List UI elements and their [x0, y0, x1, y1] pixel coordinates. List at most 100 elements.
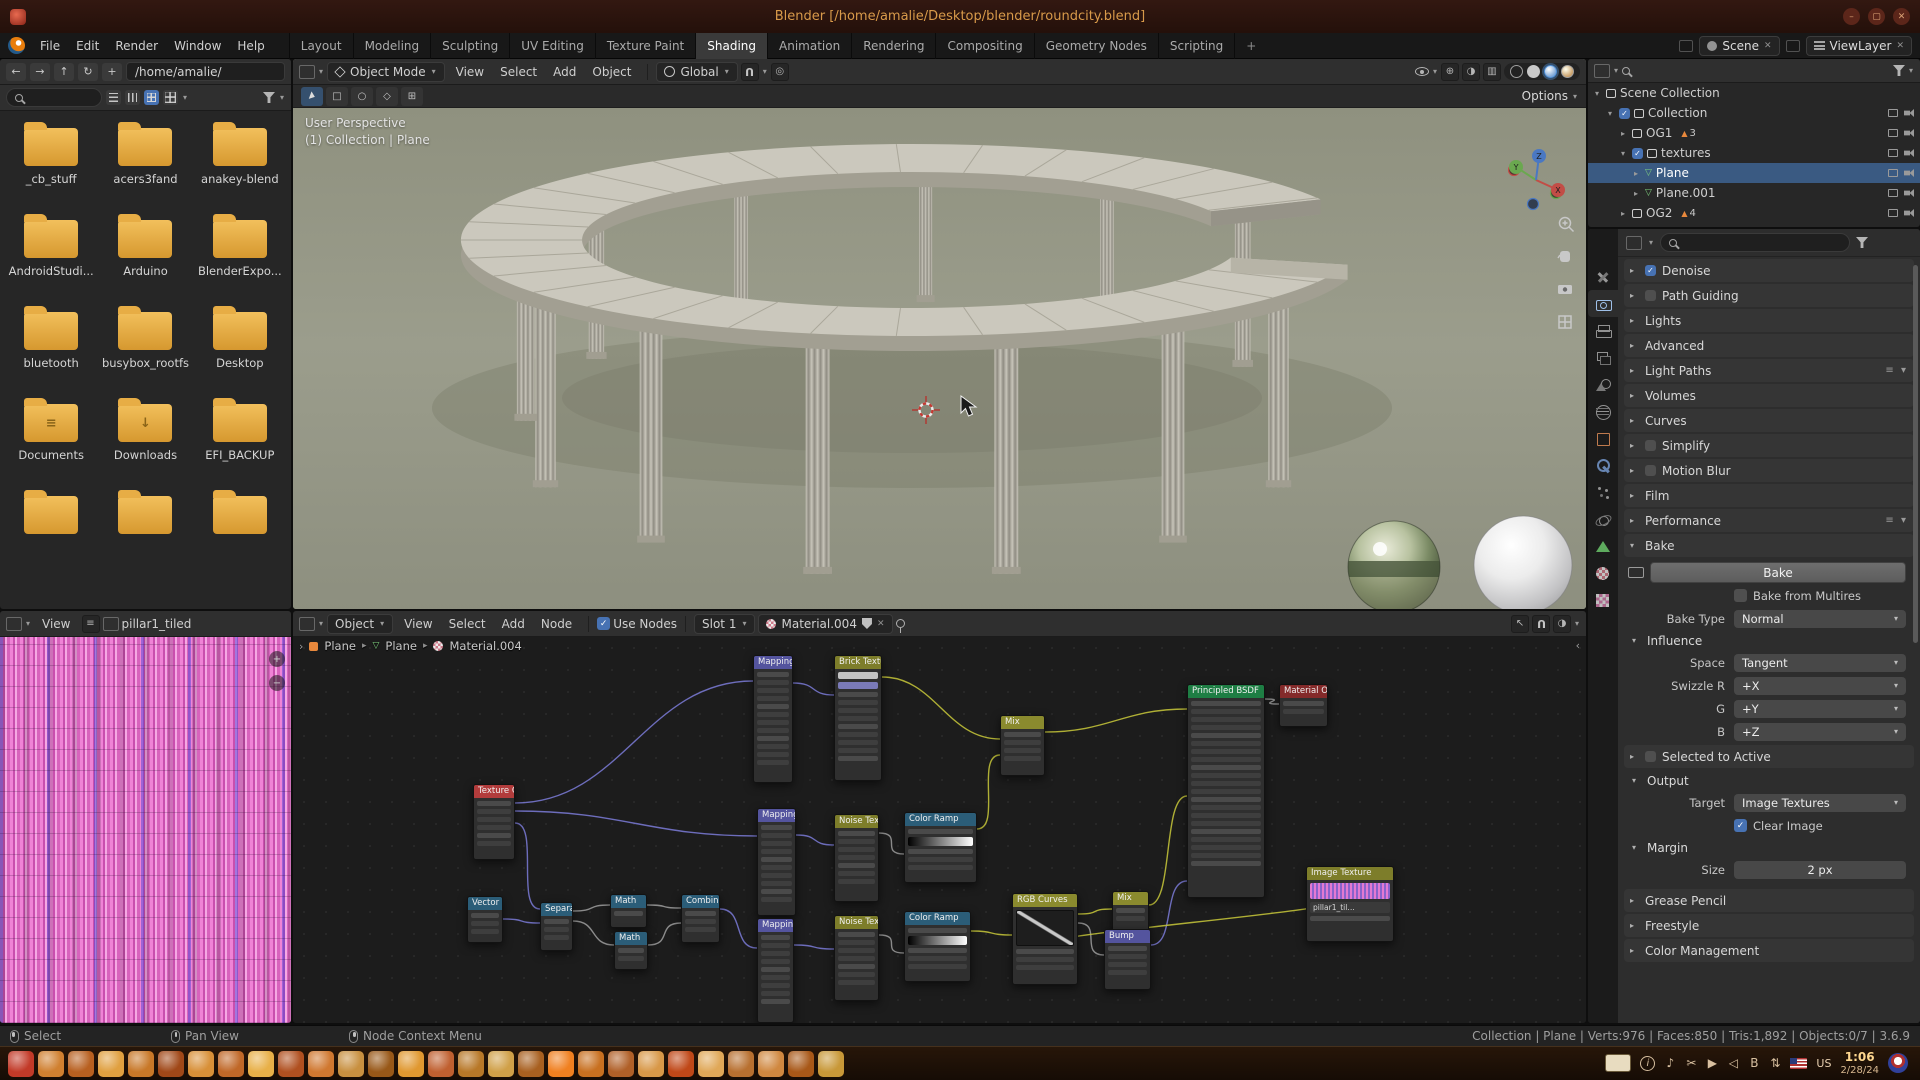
folder-item-busybox-rootfs[interactable]: busybox_rootfs [98, 305, 192, 397]
shader-node-texture-coordinate[interactable]: Texture Coordinate [473, 784, 515, 860]
taskbar-app-8[interactable] [218, 1051, 244, 1077]
menu-file[interactable]: File [32, 33, 68, 59]
options-dropdown[interactable]: Options▾ [1522, 89, 1578, 103]
shader-node-mix[interactable]: Mix [1112, 891, 1149, 933]
shader-menu-view[interactable]: View [396, 611, 440, 637]
tray-logo-icon[interactable] [1888, 1053, 1908, 1073]
properties-tab-tool[interactable] [1588, 263, 1618, 290]
properties-tab-scene[interactable] [1588, 371, 1618, 398]
region-toggle-right-icon[interactable]: ‹ [1576, 639, 1580, 652]
viewlayer-browse-icon[interactable] [1786, 40, 1800, 52]
properties-tab-object[interactable] [1588, 425, 1618, 452]
restrict-viewport-icon[interactable] [1888, 169, 1898, 177]
viewport-menu-view[interactable]: View [448, 59, 492, 85]
viewport-scene[interactable]: X Y Z [293, 108, 1586, 609]
properties-tab-modifiers[interactable] [1588, 452, 1618, 479]
add-workspace-button[interactable]: + [1234, 33, 1267, 59]
slot-dropdown[interactable]: Slot 1▾ [694, 614, 755, 634]
path-guiding-checkbox[interactable] [1645, 290, 1656, 301]
clear-image-checkbox[interactable] [1734, 819, 1747, 832]
taskbar-app-4[interactable] [98, 1051, 124, 1077]
panel-performance[interactable]: ▸Performance≡ ▾ [1624, 509, 1914, 532]
properties-tab-material[interactable] [1588, 560, 1618, 587]
new-folder-button[interactable]: + [102, 63, 122, 81]
shader-type-dropdown[interactable]: Object▾ [327, 614, 393, 634]
select-circle-tool-button[interactable]: ○ [351, 87, 373, 106]
menu-hamburger-icon[interactable]: ≡ [82, 615, 100, 633]
outliner-filter-chevron-icon[interactable]: ▾ [1908, 66, 1914, 75]
shader-editor[interactable]: ▾ Object▾ ViewSelectAddNode Use Nodes Sl… [293, 611, 1586, 1023]
taskbar-app-9[interactable] [248, 1051, 274, 1077]
restrict-viewport-icon[interactable] [1888, 149, 1898, 157]
tray-icon-1[interactable]: i [1640, 1056, 1655, 1071]
folder-item-partial-14[interactable] [193, 489, 287, 581]
presets-icon[interactable]: ≡ ▾ [1885, 365, 1908, 376]
expand-arrow-icon[interactable]: ▾ [1618, 149, 1628, 158]
shader-node-math[interactable]: Math [610, 894, 647, 928]
space-dropdown[interactable]: Tangent [1734, 654, 1906, 672]
folder-item-androidstudi[interactable]: AndroidStudi... [4, 213, 98, 305]
zoom-out-overlay-button[interactable]: − [269, 675, 285, 691]
restrict-render-icon[interactable] [1904, 189, 1914, 197]
restrict-viewport-icon[interactable] [1888, 189, 1898, 197]
snap-magnet-icon[interactable]: U [741, 63, 759, 81]
bake-panel-header[interactable]: ▾ Bake [1624, 534, 1914, 557]
taskbar-app-27[interactable] [788, 1051, 814, 1077]
workspace-tab-uv-editing[interactable]: UV Editing [509, 33, 595, 59]
folder-item-acers3fand[interactable]: acers3fand [98, 121, 192, 213]
viewlayer-unlink-icon[interactable]: ✕ [1896, 41, 1904, 51]
shader-node-color-ramp[interactable]: Color Ramp [904, 911, 971, 982]
folder-item-bluetooth[interactable]: bluetooth [4, 305, 98, 397]
taskbar-app-16[interactable] [458, 1051, 484, 1077]
viewport-menu-add[interactable]: Add [545, 59, 584, 85]
presets-icon[interactable]: ≡ ▾ [1885, 515, 1908, 526]
forward-button[interactable]: → [30, 63, 50, 81]
clock[interactable]: 1:06 2/28/24 [1840, 1051, 1879, 1076]
folder-item-arduino[interactable]: Arduino [98, 213, 192, 305]
properties-filter-icon[interactable] [1856, 237, 1868, 248]
outliner-row-camera[interactable]: ▸Camera [1588, 223, 1920, 227]
taskbar-app-10[interactable] [278, 1051, 304, 1077]
workspace-tab-modeling[interactable]: Modeling [353, 33, 431, 59]
workspace-tab-geometry-nodes[interactable]: Geometry Nodes [1034, 33, 1158, 59]
parent-node-tree-icon[interactable]: ↖ [1511, 615, 1529, 633]
panel-color-management[interactable]: ▸Color Management [1624, 939, 1914, 962]
taskbar-app-11[interactable] [308, 1051, 334, 1077]
viewport-3d[interactable]: ▾ Object Mode ▾ ViewSelectAddObject Glob… [293, 59, 1586, 609]
shader-menu-node[interactable]: Node [533, 611, 580, 637]
selected-to-active-header[interactable]: ▸ Selected to Active [1624, 745, 1914, 768]
workspace-tab-scripting[interactable]: Scripting [1158, 33, 1234, 59]
panel-motion-blur[interactable]: ▸Motion Blur [1624, 459, 1914, 482]
mode-dropdown[interactable]: Object Mode ▾ [327, 62, 445, 82]
outliner-search-icon[interactable] [1622, 67, 1630, 75]
node-canvas[interactable]: MappingBrick TextureMixPrincipled BSDFMa… [293, 637, 1586, 1023]
file-search-input[interactable] [6, 88, 102, 107]
taskbar-app-22[interactable] [638, 1051, 664, 1077]
properties-tab-view_layer[interactable] [1588, 344, 1618, 371]
properties-scrollbar[interactable] [1913, 265, 1918, 643]
unlink-material-icon[interactable]: ✕ [877, 619, 885, 629]
outliner-row-scene-collection[interactable]: ▾Scene Collection [1588, 83, 1920, 103]
restrict-viewport-icon[interactable] [1888, 109, 1898, 117]
selected-to-active-checkbox[interactable] [1645, 751, 1656, 762]
taskbar-app-6[interactable] [158, 1051, 184, 1077]
taskbar-app-3[interactable] [68, 1051, 94, 1077]
minimize-button[interactable]: – [1843, 8, 1860, 25]
workspace-tab-sculpting[interactable]: Sculpting [430, 33, 509, 59]
snap-node-icon[interactable]: U [1532, 615, 1550, 633]
workspace-tab-compositing[interactable]: Compositing [935, 33, 1033, 59]
wireframe-shading-icon[interactable] [1510, 65, 1523, 78]
proportional-editing-icon[interactable]: ◎ [771, 63, 789, 81]
view-columns-button[interactable] [125, 90, 140, 105]
target-dropdown[interactable]: Image Textures [1734, 794, 1906, 812]
taskbar-app-7[interactable] [188, 1051, 214, 1077]
properties-tab-particles[interactable] [1588, 479, 1618, 506]
taskbar-app-19[interactable] [548, 1051, 574, 1077]
outliner-row-textures[interactable]: ▾textures [1588, 143, 1920, 163]
bake-button[interactable]: Bake [1650, 562, 1906, 583]
fake-user-shield-icon[interactable] [862, 618, 872, 629]
menu-help[interactable]: Help [229, 33, 272, 59]
taskbar-app-23[interactable] [668, 1051, 694, 1077]
display-settings-chevron-icon[interactable]: ▾ [182, 93, 188, 102]
material-selector[interactable]: Material.004 ✕ [758, 614, 892, 634]
